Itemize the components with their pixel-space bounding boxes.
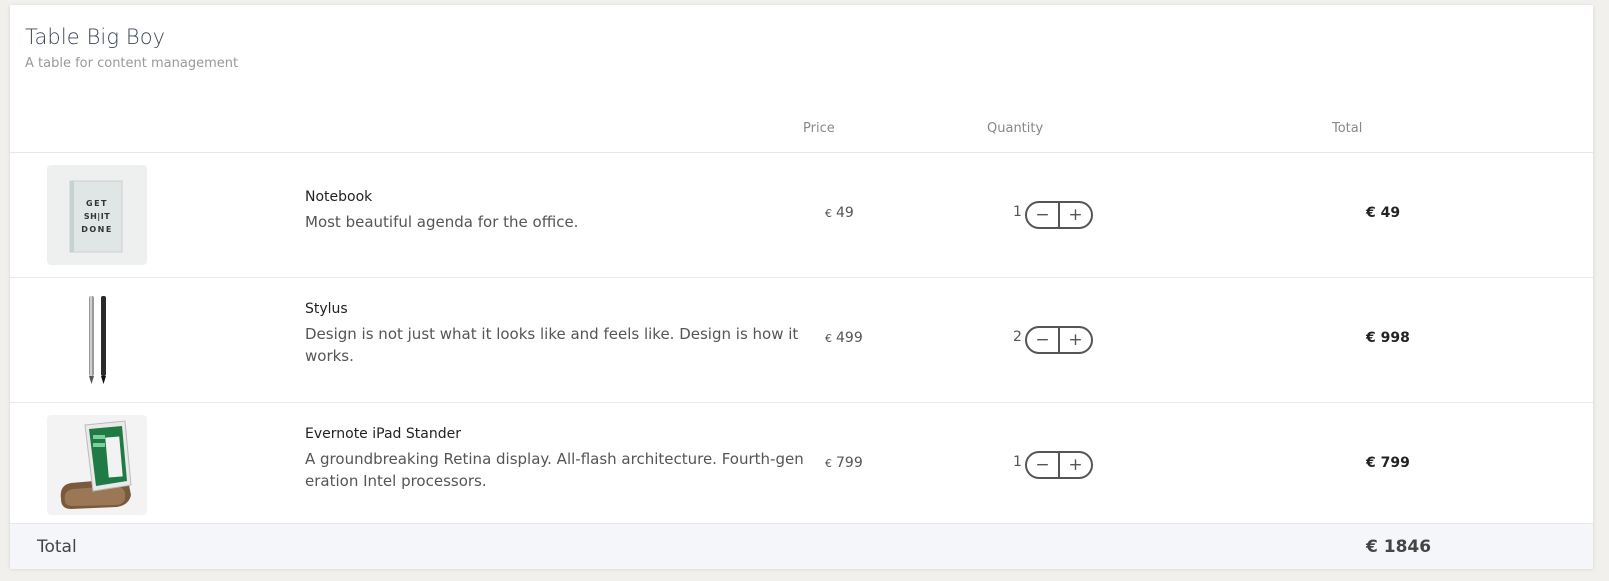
table-footer: Total € 1846 <box>10 523 1593 569</box>
page-title: Table Big Boy <box>25 25 166 49</box>
product-price: €499 <box>825 330 863 346</box>
grand-total: € 1846 <box>1366 537 1432 557</box>
product-description: Design is not just what it looks like an… <box>305 325 799 365</box>
column-header-price: Price <box>803 121 835 136</box>
decrease-quantity-button[interactable]: − <box>1027 453 1060 477</box>
row-total: € 998 <box>1366 330 1410 346</box>
ipad-stand-image <box>47 415 147 515</box>
table-row: Evernote iPad Stander A groundbreaking R… <box>10 403 1593 528</box>
product-price: €49 <box>825 205 854 221</box>
page-subtitle: A table for content management <box>25 56 239 71</box>
notebook-text-line-2: SH|IT <box>84 212 110 221</box>
product-name: Evernote iPad Stander <box>305 426 461 442</box>
column-header-quantity: Quantity <box>987 121 1044 136</box>
decrease-quantity-button[interactable]: − <box>1027 203 1060 227</box>
product-price: €799 <box>825 455 863 471</box>
quantity-value: 1 <box>1013 454 1022 470</box>
row-total: € 49 <box>1366 205 1401 221</box>
product-description: A groundbreaking Retina display. All-fla… <box>305 450 804 490</box>
table-card: Table Big Boy A table for content manage… <box>10 5 1593 569</box>
price-value: 499 <box>836 330 863 346</box>
table-row: Stylus Design is not just what it looks … <box>10 278 1593 403</box>
footer-total-label: Total <box>37 537 77 557</box>
increase-quantity-button[interactable]: + <box>1060 328 1091 352</box>
quantity-stepper: − + <box>1025 326 1093 354</box>
quantity-value: 2 <box>1013 329 1022 345</box>
decrease-quantity-button[interactable]: − <box>1027 328 1060 352</box>
table-row: GET SH|IT DONE Notebook Most beautiful a… <box>10 153 1593 278</box>
row-total: € 799 <box>1366 455 1410 471</box>
increase-quantity-button[interactable]: + <box>1060 453 1091 477</box>
quantity-value: 1 <box>1013 204 1022 220</box>
product-name: Stylus <box>305 301 348 317</box>
quantity-stepper: − + <box>1025 201 1093 229</box>
price-value: 49 <box>836 205 854 221</box>
price-value: 799 <box>836 455 863 471</box>
product-name: Notebook <box>305 189 373 205</box>
column-header-total: Total <box>1332 121 1363 136</box>
product-description: Most beautiful agenda for the office. <box>305 213 579 231</box>
stylus-image <box>47 290 147 390</box>
notebook-image: GET SH|IT DONE <box>47 165 147 265</box>
currency-symbol: € <box>825 207 832 220</box>
notebook-text-line-1: GET <box>86 199 108 208</box>
increase-quantity-button[interactable]: + <box>1060 203 1091 227</box>
notebook-text-line-3: DONE <box>81 225 113 234</box>
card-header: Table Big Boy A table for content manage… <box>25 25 238 71</box>
table-header: Price Quantity Total <box>10 113 1593 153</box>
quantity-stepper: − + <box>1025 451 1093 479</box>
currency-symbol: € <box>825 332 832 345</box>
currency-symbol: € <box>825 457 832 470</box>
